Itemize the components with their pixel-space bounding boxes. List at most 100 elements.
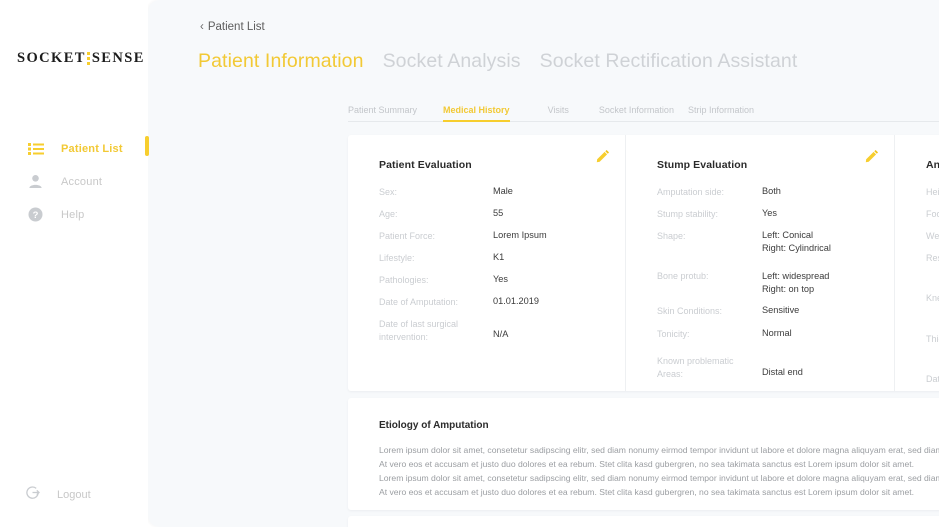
etiology-body-text: Lorem ipsum dolor sit amet, consetetur s… [379, 445, 939, 497]
chevron-left-icon: ‹ [200, 21, 204, 33]
field-label: Date of Amputation: [379, 297, 459, 308]
field-label: Age: [379, 209, 398, 220]
field-label: Sex: [379, 187, 398, 197]
field-value: Male [493, 186, 513, 196]
field-label: Skin Conditions: [657, 306, 723, 317]
field-row: Foot length: - [926, 207, 939, 221]
tab-socket-analysis[interactable]: Socket Analysis [383, 50, 521, 73]
card-title: Patient Evaluation [379, 159, 472, 171]
field-value: Left: widespread Right: on top [762, 270, 830, 295]
breadcrumb-back-to-patient-list[interactable]: ‹ Patient List [200, 21, 265, 33]
field-label: Height: [926, 187, 939, 197]
field-value: N/A [493, 329, 509, 340]
field-label: Foot length: [926, 209, 939, 220]
main-tabs: Patient Information Socket Analysis Sock… [198, 50, 797, 73]
field-label: Known problematic Areas: [657, 355, 734, 379]
field-label: Thigh length: [926, 333, 939, 344]
subtab-strip-information[interactable]: Strip Information [688, 105, 754, 122]
sidebar: SOCKET SENSE Patient List Account ? Help… [0, 0, 148, 527]
sidebar-item-label: Patient List [61, 142, 123, 155]
list-icon [27, 140, 44, 157]
field-value: Both [762, 186, 781, 196]
pencil-icon[interactable] [864, 149, 878, 163]
field-value: Yes [762, 208, 777, 219]
sidebar-item-help[interactable]: ? Help [0, 198, 148, 231]
field-label: Bone protub: [657, 270, 709, 281]
field-label: Knee height: [926, 292, 939, 303]
field-row: Sex: Male [379, 185, 603, 199]
field-label: Date of measurements: [926, 374, 939, 385]
tab-socket-rectification-assistant[interactable]: Socket Rectification Assistant [540, 50, 798, 73]
field-value: Lorem Ipsum [493, 230, 547, 241]
field-value: 01.01.2019 [493, 296, 539, 307]
card-title: Etiology of Amputation [379, 420, 489, 431]
sidebar-item-label: Account [61, 175, 103, 188]
logo-text-first: SOCKET [17, 50, 86, 66]
card-title: Anthropometric Measures [926, 159, 939, 171]
field-row: Date of Amputation: 01.01.2019 [379, 295, 603, 309]
field-row: Shape: Left: Conical Right: Cylindrical [657, 229, 872, 256]
person-icon [27, 173, 44, 190]
field-row: Age: 55 [379, 207, 603, 221]
logo-text-second: SENSE [91, 50, 145, 66]
field-value: K1 [493, 252, 505, 263]
main-content: ‹ Patient List Patient Information Socket… [148, 0, 939, 527]
field-label: Amputation side: [657, 187, 725, 197]
pencil-icon[interactable] [595, 149, 609, 163]
field-row: Known problematic Areas: Distal end [657, 349, 872, 381]
field-label: Residual limb length: [926, 253, 939, 264]
sidebar-item-label: Logout [57, 489, 91, 501]
card-title: Stump Evaluation [657, 159, 748, 171]
field-row: Height: 1850mm [926, 185, 939, 199]
field-label: Date of last surgical intervention: [379, 319, 459, 343]
field-label: Pathologies: [379, 275, 429, 286]
field-row: Patient Force: Lorem Ipsum [379, 229, 603, 243]
anthropometric-measures-column: Anthropometric Measures Height: 1850mm F… [894, 135, 939, 421]
sidebar-item-account[interactable]: Account [0, 165, 148, 198]
etiology-of-amputation-card: Etiology of Amputation Lorem ipsum dolor… [348, 398, 939, 510]
field-value: Distal end [762, 366, 803, 377]
field-row: Pathologies: Yes [379, 273, 603, 287]
app-root: SOCKET SENSE Patient List Account ? Help… [0, 0, 939, 527]
subtab-patient-summary[interactable]: Patient Summary [348, 105, 417, 122]
subtab-medical-history[interactable]: Medical History [443, 105, 510, 122]
logo-separator-dots [86, 52, 90, 65]
field-row: Date of measurements: 01.01.2020 [926, 367, 939, 386]
question-circle-icon: ? [27, 206, 44, 223]
field-row: Thigh length: Left: 400mm Right: 390mm [926, 327, 939, 360]
svg-text:?: ? [33, 210, 39, 221]
field-row: Bone protub: Left: widespread Right: on … [657, 264, 872, 297]
sidebar-nav: Patient List Account ? Help [0, 132, 148, 231]
field-row: Knee height: Left: 400mm Right: 390mm [926, 286, 939, 319]
patient-evaluation-column: Patient Evaluation Sex: Male Age: 55 Pat… [348, 135, 625, 391]
field-label: Weight: [926, 231, 939, 242]
field-value: Yes [493, 274, 508, 285]
sidebar-item-label: Help [61, 208, 85, 221]
sidebar-item-patient-list[interactable]: Patient List [0, 132, 148, 165]
field-row: Amputation side: Both [657, 185, 872, 199]
field-label: Stump stability: [657, 209, 719, 220]
tab-patient-information[interactable]: Patient Information [198, 50, 364, 73]
stump-evaluation-column: Stump Evaluation Amputation side: Both S… [625, 135, 894, 391]
field-row: Skin Conditions: Sensitive [657, 304, 872, 318]
sidebar-active-indicator [145, 136, 149, 156]
field-row: Residual limb length: Left: 400mm Right:… [926, 251, 939, 278]
field-value: Normal [762, 327, 792, 338]
field-value: Left: Conical Right: Cylindrical [762, 230, 831, 254]
logout-icon [25, 485, 40, 505]
subtab-visits[interactable]: Visits [548, 105, 569, 122]
field-value: Sensitive [762, 305, 800, 316]
field-label: Tonicity: [657, 328, 690, 339]
field-row: Tonicity: Normal [657, 327, 872, 341]
field-row: Weight: 85kg [926, 229, 939, 243]
field-label: Shape: [657, 231, 686, 242]
field-row: Stump stability: Yes [657, 207, 872, 221]
field-label: Lifestyle: [379, 253, 415, 264]
field-row: Date of last surgical intervention: N/A [379, 317, 603, 344]
subtab-socket-information[interactable]: Socket Information [599, 105, 674, 122]
field-value: 55 [493, 208, 504, 219]
field-label: Patient Force: [379, 231, 436, 242]
next-section-card [348, 516, 939, 527]
breadcrumb-label: Patient List [207, 21, 265, 33]
sidebar-item-logout[interactable]: Logout [0, 485, 148, 505]
